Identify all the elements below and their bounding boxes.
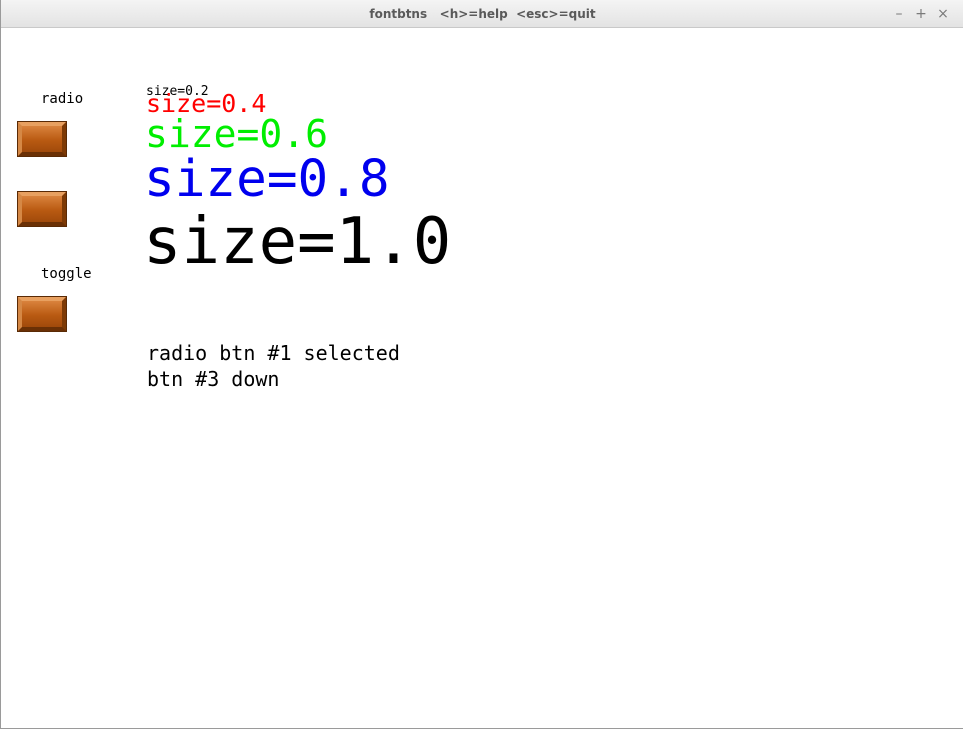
canvas-area: radio toggle size=0.2 size=0.4 size=0.6 … [2,28,963,728]
status-button: btn #3 down [147,367,280,391]
minimize-button[interactable]: – [891,6,907,22]
sample-size-0-6: size=0.6 [145,112,329,156]
window-title: fontbtns <h>=help <esc>=quit [369,7,596,21]
sample-size-1-0: size=1.0 [143,205,452,279]
title-bar[interactable]: fontbtns <h>=help <esc>=quit – + × [1,0,963,28]
sample-size-0-8: size=0.8 [144,150,390,209]
close-button[interactable]: × [935,6,951,22]
app-window: fontbtns <h>=help <esc>=quit – + × radio… [0,0,963,729]
toggle-label: toggle [41,266,92,282]
radio-label: radio [41,91,84,107]
status-radio: radio btn #1 selected [147,341,400,365]
toggle-button[interactable] [18,297,66,331]
radio-button-1[interactable] [18,122,66,156]
maximize-button[interactable]: + [913,6,929,22]
radio-button-2[interactable] [18,192,66,226]
